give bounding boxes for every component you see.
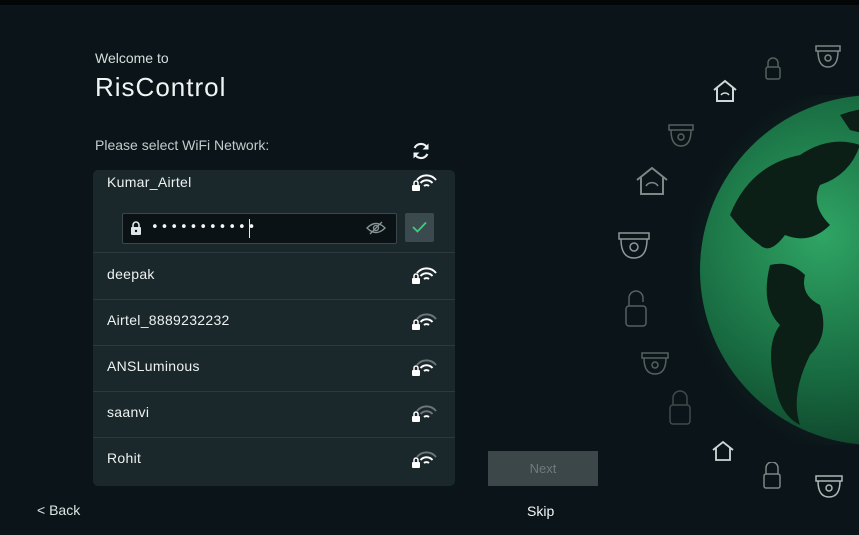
network-row[interactable]: deepak bbox=[93, 253, 455, 300]
password-value: ••••••••••• bbox=[151, 220, 258, 235]
network-name: deepak bbox=[107, 266, 155, 282]
password-input[interactable]: ••••••••••• bbox=[122, 213, 397, 244]
globe-illustration bbox=[690, 95, 859, 445]
text-caret bbox=[249, 219, 250, 238]
wifi-secured-icon bbox=[412, 405, 437, 422]
wifi-secured-icon bbox=[412, 359, 437, 376]
wifi-select-label: Please select WiFi Network: bbox=[95, 137, 270, 153]
top-bar bbox=[0, 0, 859, 5]
wifi-secured-icon bbox=[412, 313, 437, 330]
app-title: RisControl bbox=[95, 72, 227, 102]
padlock-icon bbox=[625, 290, 647, 327]
next-button[interactable]: Next bbox=[488, 451, 598, 486]
network-name: saanvi bbox=[107, 404, 150, 420]
network-row-selected[interactable]: Kumar_Airtel bbox=[93, 170, 455, 198]
network-row[interactable]: ANSLuminous bbox=[93, 345, 455, 392]
padlock-icon bbox=[765, 57, 781, 80]
lock-icon bbox=[131, 221, 141, 235]
wifi-secured-icon bbox=[412, 267, 437, 284]
camera-icon bbox=[815, 475, 843, 498]
wifi-network-list: Kumar_Airtel ••••••••••• deepak Airtel_8… bbox=[93, 170, 455, 486]
network-row[interactable]: Rohit bbox=[93, 437, 455, 483]
camera-icon bbox=[668, 124, 694, 147]
back-button[interactable]: < Back bbox=[37, 502, 80, 518]
network-row[interactable]: Airtel_8889232232 bbox=[93, 299, 455, 346]
skip-button[interactable]: Skip bbox=[527, 503, 554, 519]
eye-hidden-icon[interactable] bbox=[366, 221, 386, 235]
network-name: Airtel_8889232232 bbox=[107, 312, 230, 328]
camera-icon bbox=[618, 232, 650, 259]
house-icon bbox=[636, 166, 668, 195]
network-name: Rohit bbox=[107, 450, 142, 466]
welcome-text: Welcome to bbox=[95, 50, 169, 66]
network-row[interactable]: saanvi bbox=[93, 391, 455, 438]
wifi-secured-icon bbox=[412, 174, 437, 191]
network-name: ANSLuminous bbox=[107, 358, 200, 374]
wifi-secured-icon bbox=[412, 451, 437, 468]
padlock-icon bbox=[669, 390, 691, 425]
house-icon bbox=[713, 79, 737, 102]
confirm-password-button[interactable] bbox=[405, 213, 434, 242]
network-name: Kumar_Airtel bbox=[107, 174, 192, 190]
checkmark-icon bbox=[412, 221, 427, 233]
camera-icon bbox=[641, 352, 669, 375]
password-entry-area: ••••••••••• bbox=[93, 198, 455, 253]
camera-icon bbox=[815, 45, 841, 68]
refresh-icon[interactable] bbox=[410, 140, 432, 162]
padlock-icon bbox=[763, 462, 781, 489]
house-icon bbox=[712, 440, 734, 461]
